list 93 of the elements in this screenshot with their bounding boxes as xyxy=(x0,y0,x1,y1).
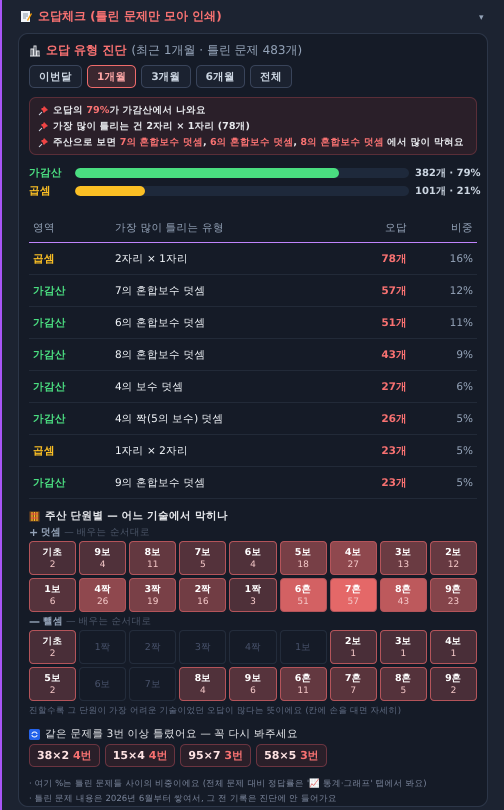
table-cell-text: 2자리 × 1자리 xyxy=(115,252,189,266)
collapse-toggle[interactable]: ▾ xyxy=(475,12,488,22)
table-cell-text: 4의 보수 덧셈 xyxy=(115,380,184,394)
unit-cell[interactable]: 8혼 43 xyxy=(380,578,427,612)
unit-cell[interactable]: 1짝 3 xyxy=(229,578,277,612)
unit-cell[interactable]: 3짝 19 xyxy=(129,578,176,612)
footnote: 진할수록 그 단원이 가장 어려운 기술이었던 오답이 많다는 뜻이에요 (칸에 손을 대면 자세히) xyxy=(29,705,402,717)
unit-cell[interactable]: 3보 13 xyxy=(380,541,427,575)
repeat-problem: 15×4 4번 xyxy=(104,744,176,767)
table-cell-text: 7의 혼합보수 덧셈 xyxy=(115,284,206,298)
table-cell-text: 43개 xyxy=(380,348,407,362)
group-hint: — 배우는 순서대로 xyxy=(64,526,150,539)
bar-label: 곱셈 xyxy=(29,184,52,198)
table-cell-text: 가감산 xyxy=(33,284,67,298)
unit-cell[interactable]: 9보 6 xyxy=(229,667,277,701)
unit-cell[interactable]: 5보 2 xyxy=(29,667,76,701)
table-cell-text: 23개 xyxy=(380,476,407,490)
period-tab[interactable]: 1개월 xyxy=(87,65,136,88)
table-cell-text: 11% xyxy=(448,316,473,328)
unit-cell[interactable]: 2짝 16 xyxy=(179,578,226,612)
insight-text: 주산으로 보면 7의 혼합보수 덧셈, 6의 혼합보수 덧셈, 8의 혼합보수 덧셈 에서 많이 막혀요 xyxy=(53,136,464,149)
column-header: 오답 xyxy=(384,221,407,235)
bar-label: 가감산 xyxy=(29,166,63,180)
table-cell-text: 가감산 xyxy=(33,476,67,490)
insight-text: 오답의 79%가 가감산에서 나와요 xyxy=(53,104,206,117)
period-tab[interactable]: 3개월 xyxy=(141,65,191,88)
note-text: · 여기 %는 틀린 문제들 사이의 비중이에요 (전체 문제 대비 정답률은 '📈 통계·그래프' 탭에서 봐요) xyxy=(29,778,428,790)
operation-sign: — xyxy=(29,615,40,628)
unit-cell[interactable]: 1보 6 xyxy=(29,578,76,612)
unit-cell[interactable]: 8보 11 xyxy=(129,541,176,575)
group-hint: — 배우는 순서대로 xyxy=(66,615,152,628)
table-cell-text: 23개 xyxy=(380,444,407,458)
unit-cell[interactable]: 2보 1 xyxy=(330,630,377,664)
table-cell-text: 6% xyxy=(455,380,473,392)
unit-cell[interactable]: 7혼 7 xyxy=(330,667,377,701)
table-cell-text: 26개 xyxy=(380,412,407,426)
period-tab[interactable]: 이번달 xyxy=(29,65,82,88)
unit-cell[interactable]: 8보 4 xyxy=(179,667,226,701)
column-header: 비중 xyxy=(450,221,473,235)
note-text: · 틀린 문제 내용은 2026년 6월부터 쌓여서, 그 전 기록은 진단에 안 들어가요 xyxy=(29,793,338,805)
section-title: 같은 문제를 3번 이상 틀렸어요 — 꼭 다시 봐주세요 xyxy=(45,727,298,741)
table-cell-text: 5% xyxy=(455,412,473,424)
insight-text: 가장 많이 틀리는 건 2자리 × 1자리 (78개) xyxy=(53,120,250,133)
unit-cell[interactable]: 4보 1 xyxy=(430,630,477,664)
unit-cell[interactable]: 기초 2 xyxy=(29,630,76,664)
table-cell-text: 가감산 xyxy=(33,412,67,426)
table-cell-text: 57개 xyxy=(380,284,407,298)
section-title: 주산 단원별 — 어느 기술에서 막히나 xyxy=(45,509,228,523)
unit-cell[interactable]: 2보 12 xyxy=(430,541,477,575)
table-cell-text: 8의 혼합보수 덧셈 xyxy=(115,348,206,362)
table-cell-text: 가감산 xyxy=(33,348,67,362)
table-cell-text: 16% xyxy=(448,252,473,264)
unit-cell[interactable]: 8혼 5 xyxy=(380,667,427,701)
unit-cell[interactable]: 9혼 2 xyxy=(430,667,477,701)
table-cell-text: 4의 짝(5의 보수) 덧셈 xyxy=(115,412,225,426)
group-name: 덧셈 xyxy=(41,526,62,539)
table-cell-text: 51개 xyxy=(380,316,407,330)
repeat-problem: 95×7 3번 xyxy=(180,744,252,767)
unit-cell[interactable]: 6혼 51 xyxy=(280,578,327,612)
table-cell-text: 27개 xyxy=(380,380,407,394)
unit-cell[interactable]: 9보 4 xyxy=(79,541,126,575)
column-header: 영역 xyxy=(33,221,56,235)
table-cell-text: 곱셈 xyxy=(33,252,56,266)
table-cell-text: 78개 xyxy=(380,252,407,266)
table-cell-text: 가감산 xyxy=(33,380,67,394)
column-header: 가장 많이 틀리는 유형 xyxy=(115,221,226,235)
unit-cell[interactable]: 4짝 26 xyxy=(79,578,126,612)
unit-cell[interactable]: 6혼 11 xyxy=(280,667,327,701)
table-cell-text: 1자리 × 2자리 xyxy=(115,444,189,458)
operation-sign: + xyxy=(29,526,38,539)
table-cell-text: 12% xyxy=(448,284,473,296)
period-tab[interactable]: 전체 xyxy=(250,65,292,88)
unit-cell[interactable]: 7보 5 xyxy=(179,541,226,575)
unit-cell[interactable]: 3보 1 xyxy=(380,630,427,664)
table-cell-text: 곱셈 xyxy=(33,444,56,458)
group-name: 뺄셈 xyxy=(43,615,63,628)
unit-cell[interactable]: 5보 18 xyxy=(280,541,327,575)
unit-cell[interactable]: 4보 27 xyxy=(330,541,377,575)
table-cell-text: 5% xyxy=(455,476,473,488)
table-cell-text: 6의 혼합보수 덧셈 xyxy=(115,316,206,330)
table-cell-text: 9의 혼합보수 덧셈 xyxy=(115,476,206,490)
table-cell-text: 5% xyxy=(455,444,473,456)
panel-title: 오답체크 (틀린 문제만 모아 인쇄) xyxy=(38,8,223,25)
unit-cell[interactable]: 기초 2 xyxy=(29,541,76,575)
section-subtitle: (최근 1개월 · 틀린 문제 483개) xyxy=(131,42,302,59)
repeat-problem: 38×2 4번 xyxy=(29,744,100,767)
unit-cell[interactable]: 6보 4 xyxy=(229,541,277,575)
repeat-problem: 58×5 3번 xyxy=(256,744,327,767)
unit-cell[interactable]: 9혼 23 xyxy=(430,578,477,612)
section-title: 오답 유형 진단 xyxy=(46,42,126,59)
table-cell-text: 가감산 xyxy=(33,316,67,330)
table-cell-text: 9% xyxy=(455,348,473,360)
period-tab[interactable]: 6개월 xyxy=(196,65,245,88)
